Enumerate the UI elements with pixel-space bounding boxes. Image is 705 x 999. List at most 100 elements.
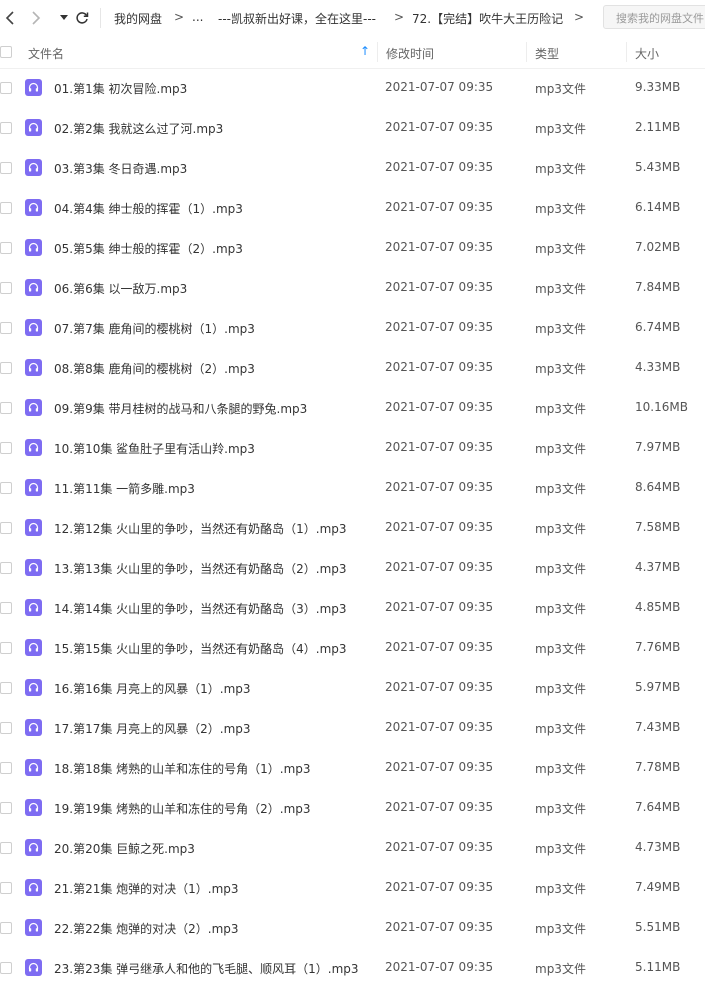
column-header-type[interactable]: 类型 <box>535 45 559 62</box>
file-row[interactable]: 18.第18集 烤熟的山羊和冻住的号角（1）.mp3 2021-07-07 09:… <box>0 748 705 788</box>
row-checkbox[interactable] <box>0 322 12 334</box>
column-divider[interactable] <box>526 42 527 62</box>
file-name[interactable]: 13.第13集 火山里的争吵，当然还有奶酪岛（2）.mp3 <box>54 560 347 577</box>
file-name[interactable]: 19.第19集 烤熟的山羊和冻住的号角（2）.mp3 <box>54 800 311 817</box>
file-row[interactable]: 19.第19集 烤熟的山羊和冻住的号角（2）.mp3 2021-07-07 09:… <box>0 788 705 828</box>
file-row[interactable]: 13.第13集 火山里的争吵，当然还有奶酪岛（2）.mp3 2021-07-07 … <box>0 548 705 588</box>
row-checkbox[interactable] <box>0 802 12 814</box>
file-row[interactable]: 06.第6集 以一敌万.mp3 2021-07-07 09:35 mp3文件 7.84… <box>0 268 705 308</box>
file-name[interactable]: 22.第22集 炮弹的对决（2）.mp3 <box>54 920 239 937</box>
file-row[interactable]: 10.第10集 鲨鱼肚子里有活山羚.mp3 2021-07-07 09:35 mp3… <box>0 428 705 468</box>
column-header-size[interactable]: 大小 <box>635 45 659 62</box>
file-row[interactable]: 11.第11集 一箭多雕.mp3 2021-07-07 09:35 mp3文件 8.6… <box>0 468 705 508</box>
row-checkbox[interactable] <box>0 602 12 614</box>
file-name[interactable]: 04.第4集 绅士般的挥霍（1）.mp3 <box>54 200 243 217</box>
breadcrumb-item-my-drive[interactable]: 我的网盘 <box>114 10 162 27</box>
file-name[interactable]: 03.第3集 冬日奇遇.mp3 <box>54 160 187 177</box>
file-row[interactable]: 21.第21集 炮弹的对决（1）.mp3 2021-07-07 09:35 mp3文… <box>0 868 705 908</box>
file-type: mp3文件 <box>535 202 586 216</box>
file-row[interactable]: 01.第1集 初次冒险.mp3 2021-07-07 09:35 mp3文件 9.33… <box>0 68 705 108</box>
file-row[interactable]: 07.第7集 鹿角间的樱桃树（1）.mp3 2021-07-07 09:35 mp3… <box>0 308 705 348</box>
row-checkbox[interactable] <box>0 242 12 254</box>
file-name[interactable]: 10.第10集 鲨鱼肚子里有活山羚.mp3 <box>54 440 255 457</box>
search-input[interactable] <box>614 8 705 28</box>
file-row[interactable]: 23.第23集 弹弓继承人和他的飞毛腿、顺风耳（1）.mp3 2021-07-07… <box>0 948 705 988</box>
select-all-checkbox[interactable] <box>0 46 12 58</box>
file-modified-time: 2021-07-07 09:35 <box>385 360 494 374</box>
file-name[interactable]: 18.第18集 烤熟的山羊和冻住的号角（1）.mp3 <box>54 760 311 777</box>
row-checkbox[interactable] <box>0 482 12 494</box>
file-name[interactable]: 07.第7集 鹿角间的樱桃树（1）.mp3 <box>54 320 255 337</box>
file-row[interactable]: 17.第17集 月亮上的风暴（2）.mp3 2021-07-07 09:35 mp3… <box>0 708 705 748</box>
file-type: mp3文件 <box>535 962 586 976</box>
file-row[interactable]: 03.第3集 冬日奇遇.mp3 2021-07-07 09:35 mp3文件 5.43… <box>0 148 705 188</box>
column-divider[interactable] <box>377 42 378 62</box>
row-checkbox[interactable] <box>0 122 12 134</box>
file-row[interactable]: 04.第4集 绅士般的挥霍（1）.mp3 2021-07-07 09:35 mp3文… <box>0 188 705 228</box>
file-size: 7.49MB <box>635 880 681 894</box>
file-name[interactable]: 23.第23集 弹弓继承人和他的飞毛腿、顺风耳（1）.mp3 <box>54 960 359 977</box>
history-dropdown-button[interactable] <box>54 8 74 28</box>
row-checkbox[interactable] <box>0 922 12 934</box>
row-checkbox[interactable] <box>0 442 12 454</box>
file-row[interactable]: 14.第14集 火山里的争吵，当然还有奶酪岛（3）.mp3 2021-07-07 … <box>0 588 705 628</box>
file-row[interactable]: 16.第16集 月亮上的风暴（1）.mp3 2021-07-07 09:35 mp3… <box>0 668 705 708</box>
file-name[interactable]: 01.第1集 初次冒险.mp3 <box>54 80 187 97</box>
file-name[interactable]: 15.第15集 火山里的争吵，当然还有奶酪岛（4）.mp3 <box>54 640 347 657</box>
column-header-modified-time[interactable]: 修改时间 <box>386 45 434 62</box>
file-name[interactable]: 09.第9集 带月桂树的战马和八条腿的野兔.mp3 <box>54 400 307 417</box>
file-name[interactable]: 06.第6集 以一敌万.mp3 <box>54 280 187 297</box>
row-checkbox[interactable] <box>0 762 12 774</box>
file-size: 7.58MB <box>635 520 681 534</box>
row-checkbox[interactable] <box>0 522 12 534</box>
forward-button[interactable] <box>26 8 46 28</box>
file-size: 7.84MB <box>635 280 681 294</box>
file-name[interactable]: 20.第20集 巨鲸之死.mp3 <box>54 840 195 857</box>
row-checkbox[interactable] <box>0 842 12 854</box>
back-button[interactable] <box>0 8 20 28</box>
row-checkbox[interactable] <box>0 682 12 694</box>
row-checkbox[interactable] <box>0 202 12 214</box>
file-row[interactable]: 08.第8集 鹿角间的樱桃树（2）.mp3 2021-07-07 09:35 mp3… <box>0 348 705 388</box>
row-checkbox[interactable] <box>0 162 12 174</box>
breadcrumb-item-kaishu-courses[interactable]: ---凯叔新出好课，全在这里--- <box>218 10 376 27</box>
file-name[interactable]: 21.第21集 炮弹的对决（1）.mp3 <box>54 880 239 897</box>
file-row[interactable]: 05.第5集 绅士般的挥霍（2）.mp3 2021-07-07 09:35 mp3文… <box>0 228 705 268</box>
sort-ascending-icon[interactable]: ↑ <box>360 44 370 58</box>
file-row[interactable]: 15.第15集 火山里的争吵，当然还有奶酪岛（4）.mp3 2021-07-07 … <box>0 628 705 668</box>
row-checkbox[interactable] <box>0 282 12 294</box>
row-checkbox[interactable] <box>0 722 12 734</box>
file-name[interactable]: 08.第8集 鹿角间的樱桃树（2）.mp3 <box>54 360 255 377</box>
file-name[interactable]: 16.第16集 月亮上的风暴（1）.mp3 <box>54 680 251 697</box>
file-type: mp3文件 <box>535 482 586 496</box>
row-checkbox[interactable] <box>0 962 12 974</box>
row-checkbox[interactable] <box>0 882 12 894</box>
file-name[interactable]: 12.第12集 火山里的争吵，当然还有奶酪岛（1）.mp3 <box>54 520 347 537</box>
refresh-button[interactable] <box>72 8 92 28</box>
column-divider[interactable] <box>626 42 627 62</box>
row-checkbox[interactable] <box>0 362 12 374</box>
file-type: mp3文件 <box>535 242 586 256</box>
file-row[interactable]: 20.第20集 巨鲸之死.mp3 2021-07-07 09:35 mp3文件 4.7… <box>0 828 705 868</box>
file-size: 7.02MB <box>635 240 681 254</box>
file-modified-time: 2021-07-07 09:35 <box>385 840 494 854</box>
file-name[interactable]: 14.第14集 火山里的争吵，当然还有奶酪岛（3）.mp3 <box>54 600 347 617</box>
file-size: 4.37MB <box>635 560 681 574</box>
file-row[interactable]: 22.第22集 炮弹的对决（2）.mp3 2021-07-07 09:35 mp3文… <box>0 908 705 948</box>
file-modified-time: 2021-07-07 09:35 <box>385 800 494 814</box>
file-name[interactable]: 11.第11集 一箭多雕.mp3 <box>54 480 195 497</box>
file-name[interactable]: 05.第5集 绅士般的挥霍（2）.mp3 <box>54 240 243 257</box>
file-row[interactable]: 12.第12集 火山里的争吵，当然还有奶酪岛（1）.mp3 2021-07-07 … <box>0 508 705 548</box>
column-header-name[interactable]: 文件名 <box>28 45 64 62</box>
file-row[interactable]: 09.第9集 带月桂树的战马和八条腿的野兔.mp3 2021-07-07 09:3… <box>0 388 705 428</box>
file-name[interactable]: 02.第2集 我就这么过了河.mp3 <box>54 120 223 137</box>
breadcrumb-item-current-folder[interactable]: 72.【完结】吹牛大王历险记 <box>412 10 563 27</box>
row-checkbox[interactable] <box>0 642 12 654</box>
row-checkbox[interactable] <box>0 402 12 414</box>
row-checkbox[interactable] <box>0 82 12 94</box>
row-checkbox[interactable] <box>0 562 12 574</box>
breadcrumb-item-ellipsis[interactable]: ... <box>192 10 203 24</box>
file-row[interactable]: 02.第2集 我就这么过了河.mp3 2021-07-07 09:35 mp3文件 2… <box>0 108 705 148</box>
chevron-right-icon <box>32 11 41 25</box>
file-name[interactable]: 17.第17集 月亮上的风暴（2）.mp3 <box>54 720 251 737</box>
